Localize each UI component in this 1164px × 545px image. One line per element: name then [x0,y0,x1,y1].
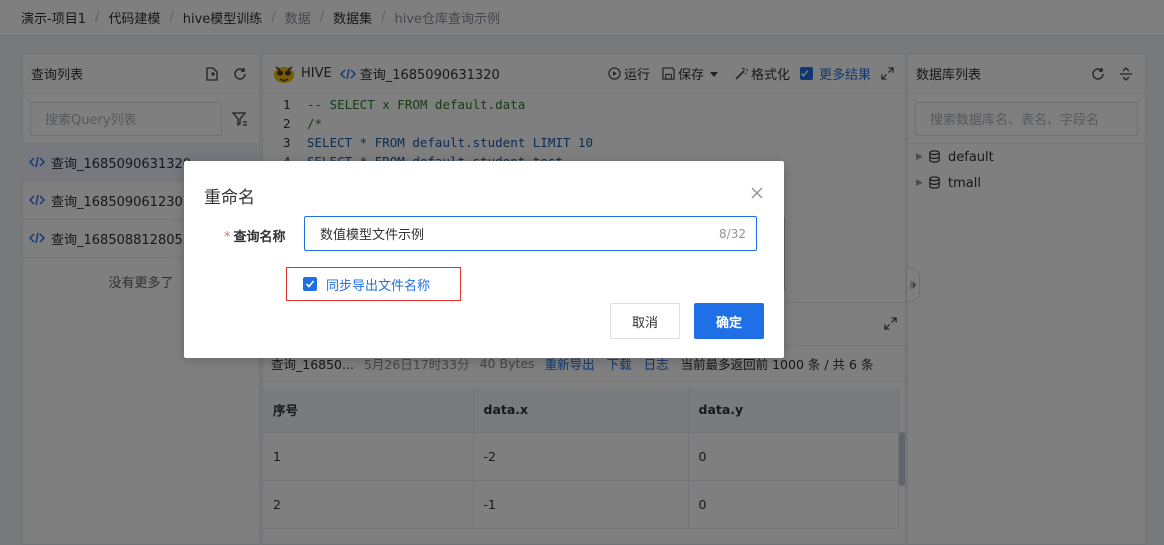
checkmark-icon [305,280,315,288]
query-name-input[interactable]: 数值模型文件示例 8/32 [304,216,757,251]
char-count: 8/32 [719,226,746,241]
rename-dialog: 重命名 * 查询名称 数值模型文件示例 8/32 同步导出文件名称 取消 确定 [184,161,784,358]
confirm-button[interactable]: 确定 [694,303,764,339]
query-name-label: * 查询名称 [224,226,286,245]
close-icon[interactable] [750,186,764,200]
sync-export-checkbox[interactable] [303,277,317,291]
query-name-label-text: 查询名称 [233,230,286,245]
sync-export-name-option[interactable]: 同步导出文件名称 [286,267,461,301]
required-mark: * [224,230,231,245]
cancel-button[interactable]: 取消 [610,303,680,339]
query-name-value: 数值模型文件示例 [320,228,425,243]
sync-export-label: 同步导出文件名称 [326,278,431,294]
dialog-title: 重命名 [204,188,255,208]
